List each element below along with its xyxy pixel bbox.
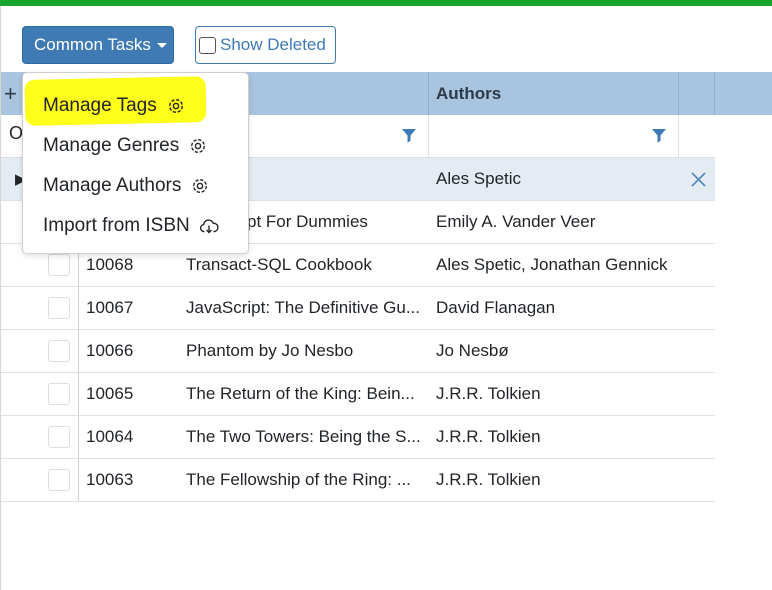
table-row[interactable]: 10065 The Return of the King: Bein... J.… — [1, 373, 715, 416]
id-cell: 10066 — [86, 341, 134, 360]
menu-item-manage-genres[interactable]: Manage Genres — [23, 126, 248, 166]
header-actions — [679, 72, 715, 115]
id-cell: 10065 — [86, 384, 134, 403]
row-checkbox[interactable] — [48, 469, 70, 491]
menu-item-import-isbn[interactable]: Import from ISBN — [23, 206, 248, 246]
id-cell: 10067 — [86, 298, 134, 317]
gear-icon — [191, 138, 206, 154]
menu-item-label: Manage Genres — [43, 135, 180, 156]
add-icon[interactable]: + — [4, 81, 17, 107]
title-cell: The Return of the King: Bein... — [186, 384, 415, 403]
table-row[interactable]: 10063 The Fellowship of the Ring: ... J.… — [1, 459, 715, 502]
row-checkbox[interactable] — [48, 383, 70, 405]
gear-icon — [193, 178, 208, 194]
show-deleted-label: Show Deleted — [220, 35, 326, 54]
filter-icon[interactable] — [651, 127, 667, 143]
authors-cell: J.R.R. Tolkien — [436, 427, 541, 446]
row-checkbox[interactable] — [48, 340, 70, 362]
authors-cell: Ales Spetic, Jonathan Gennick — [436, 255, 668, 274]
close-icon[interactable] — [691, 172, 706, 187]
authors-cell: Emily A. Vander Veer — [436, 212, 596, 231]
title-cell: pt For Dummies — [247, 212, 368, 231]
title-cell: The Two Towers: Being the S... — [186, 427, 421, 446]
common-tasks-menu: Manage Tags Manage Genres Manage Authors… — [22, 72, 249, 254]
title-cell: Phantom by Jo Nesbo — [186, 341, 354, 360]
authors-cell: Ales Spetic — [436, 169, 522, 188]
row-checkbox[interactable] — [48, 297, 70, 319]
column-divider — [78, 459, 79, 501]
filter-icon[interactable] — [401, 127, 417, 143]
authors-cell: J.R.R. Tolkien — [436, 470, 541, 489]
menu-item-label: Manage Authors — [43, 175, 182, 196]
menu-item-manage-authors[interactable]: Manage Authors — [23, 166, 248, 206]
show-deleted-toggle[interactable]: Show Deleted — [195, 26, 336, 64]
authors-cell: J.R.R. Tolkien — [436, 384, 541, 403]
menu-item-manage-tags[interactable]: Manage Tags — [23, 86, 248, 126]
common-tasks-label: Common Tasks — [34, 35, 151, 54]
row-checkbox[interactable] — [48, 426, 70, 448]
column-divider — [78, 416, 79, 458]
id-cell: 10063 — [86, 470, 134, 489]
table-row[interactable]: 10064 The Two Towers: Being the S... J.R… — [1, 416, 715, 459]
row-checkbox[interactable] — [48, 254, 70, 276]
title-cell: JavaScript: The Definitive Gu... — [186, 298, 421, 317]
header-authors-label: Authors — [436, 83, 502, 103]
menu-item-label: Import from ISBN — [43, 215, 190, 236]
id-cell: 10064 — [86, 427, 134, 446]
column-divider — [78, 287, 79, 329]
column-divider — [78, 373, 79, 415]
caret-down-icon — [156, 43, 167, 48]
menu-item-label: Manage Tags — [43, 95, 157, 116]
column-divider — [78, 330, 79, 372]
title-cell: The Fellowship of the Ring: ... — [186, 470, 411, 489]
search-icon: O — [9, 123, 24, 143]
table-row[interactable]: 10066 Phantom by Jo Nesbo Jo Nesbø — [1, 330, 715, 373]
common-tasks-button[interactable]: Common Tasks — [22, 26, 174, 64]
show-deleted-checkbox[interactable] — [199, 36, 216, 54]
gear-icon — [168, 98, 183, 114]
filter-cell-authors[interactable] — [429, 115, 679, 158]
authors-cell: Jo Nesbø — [436, 341, 509, 360]
page: Common Tasks Show Deleted + Authors O ▶ … — [0, 6, 772, 590]
authors-cell: David Flanagan — [436, 298, 556, 317]
cloud-download-icon — [199, 219, 219, 234]
table-row[interactable]: 10067 JavaScript: The Definitive Gu... D… — [1, 287, 715, 330]
header-authors[interactable]: Authors — [429, 72, 679, 115]
